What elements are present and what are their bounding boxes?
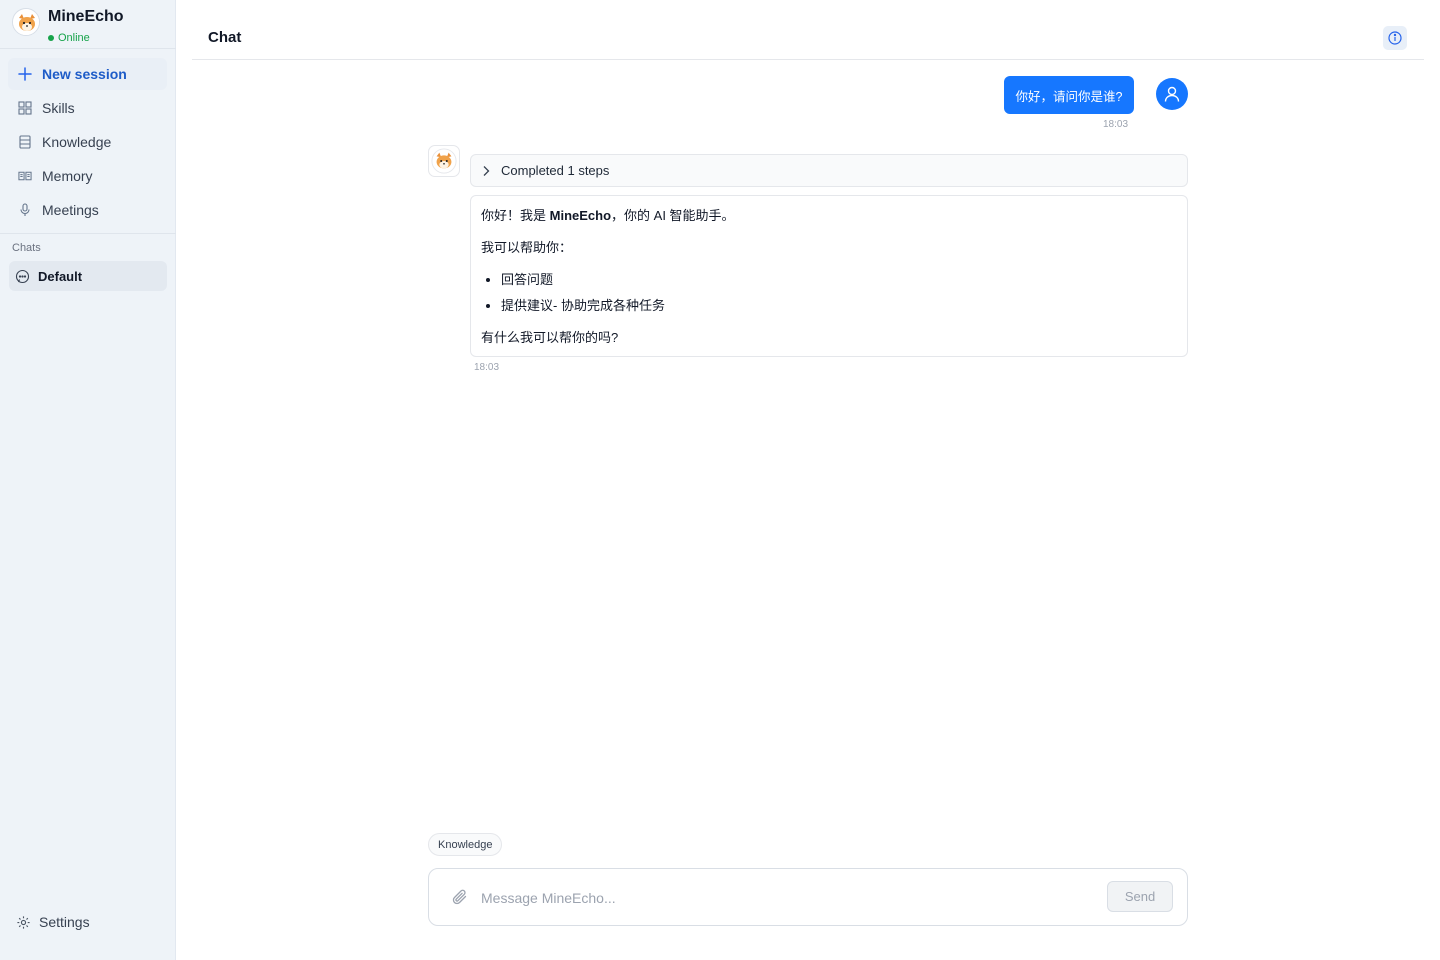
nav-label: Skills [42, 100, 75, 116]
nav-label: Knowledge [42, 134, 112, 150]
nav-label: Meetings [42, 202, 99, 218]
database-icon [18, 135, 32, 149]
chevron-right-icon [481, 165, 491, 177]
assistant-avatar-icon [428, 145, 460, 177]
steps-label: Completed 1 steps [501, 163, 610, 178]
chat-item-default[interactable]: Default [9, 261, 167, 291]
closing-line: 有什么我可以帮你的吗? [481, 330, 619, 345]
user-message-bubble: 你好，请问你是谁? [1004, 76, 1134, 114]
knowledge-chip[interactable]: Knowledge [428, 833, 503, 856]
greeting-post: ，你的 AI 智能助手。 [611, 208, 735, 223]
sidebar-item-knowledge[interactable]: Knowledge [8, 126, 167, 158]
info-button[interactable] [1383, 26, 1407, 50]
greeting-line: 你好！我是 MineEcho，你的 AI 智能助手。 [481, 208, 735, 224]
status-badge: Online [48, 32, 90, 44]
chats-section-label: Chats [12, 242, 41, 254]
nav-label: Memory [42, 168, 93, 184]
sidebar-item-meetings[interactable]: Meetings [8, 194, 167, 226]
message-input[interactable] [481, 883, 1081, 913]
divider [0, 48, 176, 49]
divider [0, 233, 176, 234]
settings-label: Settings [39, 914, 90, 930]
sidebar-item-memory[interactable]: Memory [8, 160, 167, 192]
brand: MineEcho Online [12, 6, 172, 46]
brand-name: MineEcho [48, 8, 124, 25]
greeting-name: MineEcho [549, 208, 612, 223]
settings-button[interactable]: Settings [16, 914, 90, 930]
grid-icon [18, 101, 32, 115]
plus-icon [18, 67, 32, 81]
user-avatar-icon [1156, 78, 1188, 110]
microphone-icon [18, 203, 32, 217]
chat-bubble-icon [15, 269, 30, 284]
page-title: Chat [208, 29, 242, 46]
intro-line: 我可以帮助你： [481, 240, 573, 255]
message-composer: Send [428, 868, 1188, 926]
status-text: Online [58, 32, 90, 44]
paperclip-icon[interactable] [451, 888, 469, 906]
online-dot-icon [48, 35, 54, 41]
user-message-time: 18:03 [1103, 119, 1129, 130]
sidebar: MineEcho Online New session Skills Knowl… [0, 0, 176, 960]
steps-toggle[interactable]: Completed 1 steps [470, 154, 1188, 187]
assistant-message-time: 18:03 [474, 362, 500, 373]
chat-item-label: Default [38, 268, 83, 284]
send-button[interactable]: Send [1107, 881, 1173, 912]
greeting-pre: 你好！我是 [481, 208, 550, 223]
nav-label: New session [42, 66, 127, 82]
brand-avatar-icon [12, 8, 40, 36]
list-item: 回答问题 [501, 272, 665, 288]
assistant-message-bubble: 你好！我是 MineEcho，你的 AI 智能助手。 我可以帮助你： 回答问题 … [470, 195, 1188, 357]
chat-header: Chat [192, 0, 1424, 60]
info-icon [1388, 31, 1402, 45]
list-item: 提供建议- 协助完成各种任务 [501, 298, 665, 314]
book-icon [18, 169, 32, 183]
gear-icon [16, 915, 31, 930]
capability-list: 回答问题 提供建议- 协助完成各种任务 [501, 272, 665, 324]
new-session-button[interactable]: New session [8, 58, 167, 90]
sidebar-item-skills[interactable]: Skills [8, 92, 167, 124]
